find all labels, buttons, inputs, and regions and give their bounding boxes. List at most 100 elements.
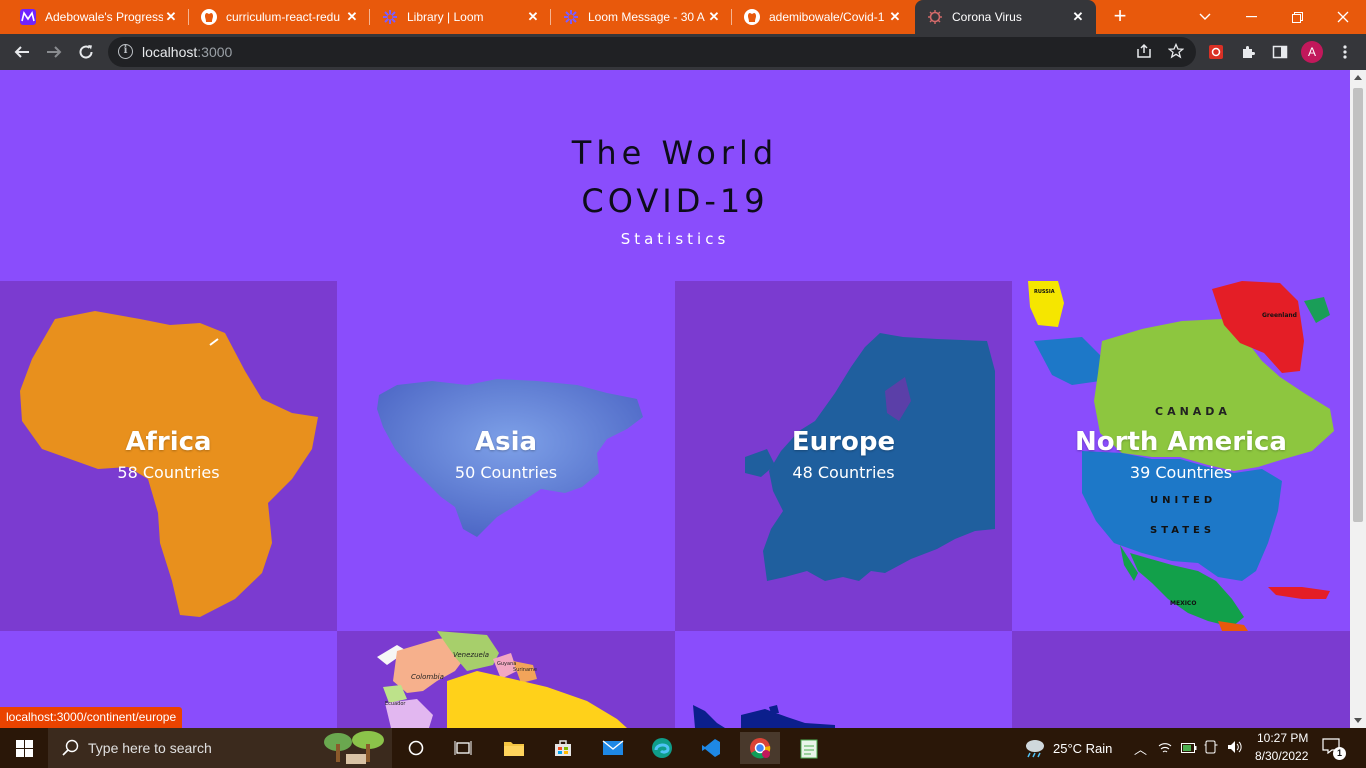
tab-strip: Adebowale's Progress ✕ curriculum-react-…: [0, 0, 1366, 34]
tab-title: ademibowale/Covid-1: [769, 10, 885, 24]
bookmark-star-icon[interactable]: [1167, 42, 1185, 64]
close-tab-icon[interactable]: ✕: [887, 9, 903, 25]
search-highlight-image: [316, 730, 390, 768]
wifi-icon[interactable]: [1158, 741, 1172, 759]
cortana-icon[interactable]: [396, 732, 436, 764]
tab-corona-virus[interactable]: Corona Virus ✕: [915, 0, 1096, 34]
continent-card-south-america[interactable]: Venezuela Colombia Ecuador Guyana Surina…: [337, 631, 675, 728]
continent-card-oceania[interactable]: [675, 631, 1012, 728]
notification-center-icon[interactable]: 1: [1322, 738, 1346, 760]
browser-toolbar: i localhost:3000 A: [0, 34, 1366, 70]
reload-button[interactable]: [72, 38, 100, 66]
south-america-map-image: Venezuela Colombia Ecuador Guyana Surina…: [377, 631, 627, 728]
search-placeholder: Type here to search: [88, 740, 212, 756]
tab-search-icon[interactable]: [1182, 0, 1228, 34]
page-viewport: The World COVID-19 Statistics Africa 58 …: [0, 70, 1350, 728]
url-text: localhost:3000: [142, 44, 232, 60]
continent-name: Europe: [791, 427, 896, 457]
side-panel-icon[interactable]: [1266, 38, 1294, 66]
site-info-icon[interactable]: i: [118, 44, 133, 59]
windows-start-icon[interactable]: [0, 728, 48, 768]
tab-curriculum[interactable]: curriculum-react-redu ✕: [189, 0, 370, 34]
chrome-icon[interactable]: [740, 732, 780, 764]
notification-count-badge: 1: [1333, 747, 1346, 760]
continent-card-africa[interactable]: Africa 58 Countries: [0, 281, 337, 631]
minimize-button[interactable]: [1228, 0, 1274, 34]
tab-title: Corona Virus: [952, 10, 1022, 24]
forward-button[interactable]: [40, 38, 68, 66]
continent-card-north-america[interactable]: CANADA UNITED STATES MEXICO Greenland RU…: [1012, 281, 1350, 631]
new-tab-button[interactable]: +: [1108, 5, 1132, 29]
edge-icon[interactable]: [642, 732, 682, 764]
microsoft-store-icon[interactable]: [543, 732, 583, 764]
close-tab-icon[interactable]: ✕: [163, 9, 179, 25]
battery-icon[interactable]: [1181, 741, 1197, 759]
tab-title: Adebowale's Progress: [45, 10, 163, 24]
extension-icon[interactable]: [1202, 38, 1230, 66]
close-window-button[interactable]: [1320, 0, 1366, 34]
back-button[interactable]: [8, 38, 36, 66]
vscode-icon[interactable]: [691, 732, 731, 764]
link-status-bubble: localhost:3000/continent/europe: [0, 707, 183, 728]
extensions-puzzle-icon[interactable]: [1234, 38, 1262, 66]
country-count: 48 Countries: [792, 463, 895, 482]
map-label-mexico: MEXICO: [1170, 600, 1196, 607]
clock-date[interactable]: 8/30/2022: [1255, 749, 1308, 763]
continent-card-asia[interactable]: Asia 50 Countries: [337, 281, 675, 631]
scroll-down-icon[interactable]: [1354, 718, 1362, 723]
profile-avatar[interactable]: A: [1301, 41, 1323, 63]
loom-icon: [563, 9, 579, 25]
tab-loom-message[interactable]: Loom Message - 30 A ✕: [551, 0, 732, 34]
mail-icon[interactable]: [593, 732, 633, 764]
notepad-icon[interactable]: [789, 732, 829, 764]
continent-card-row2-4[interactable]: [1012, 631, 1350, 728]
hero-title-line-2: COVID-19: [581, 182, 769, 220]
close-tab-icon[interactable]: ✕: [525, 9, 541, 25]
continent-name: Asia: [474, 427, 538, 457]
close-tab-icon[interactable]: ✕: [1070, 9, 1086, 25]
map-label-greenland: Greenland: [1262, 312, 1297, 319]
search-icon: [62, 739, 79, 759]
taskbar-search-box[interactable]: Type here to search: [48, 728, 392, 768]
map-label-canada: CANADA: [1155, 405, 1231, 418]
country-count: 50 Countries: [454, 463, 558, 482]
scroll-up-icon[interactable]: [1354, 75, 1362, 80]
country-count: 39 Countries: [1129, 463, 1233, 482]
github-icon: [744, 9, 760, 25]
file-explorer-icon[interactable]: [494, 732, 534, 764]
task-view-icon[interactable]: [443, 732, 483, 764]
address-bar[interactable]: i localhost:3000: [108, 37, 1196, 67]
map-label-venezuela: Venezuela: [453, 651, 489, 659]
url-host: localhost: [142, 44, 198, 60]
weather-rain-icon[interactable]: [1022, 738, 1046, 763]
volume-icon[interactable]: [1227, 740, 1243, 759]
tab-title: curriculum-react-redu: [226, 10, 341, 24]
map-label-suriname: Suriname: [513, 667, 537, 673]
tab-covid-repo[interactable]: ademibowale/Covid-1 ✕: [732, 0, 913, 34]
page-scrollbar[interactable]: [1350, 70, 1366, 728]
github-icon: [201, 9, 217, 25]
hero-subtitle: Statistics: [620, 230, 730, 248]
more-menu-icon[interactable]: [1331, 38, 1359, 66]
show-hidden-icons-chevron-icon[interactable]: ︿: [1134, 739, 1147, 758]
continent-card-europe[interactable]: Europe 48 Countries: [675, 281, 1012, 631]
windows-taskbar: Type here to search 25°C Rain ︿ 10:27 PM…: [0, 728, 1366, 768]
scrollbar-thumb[interactable]: [1353, 88, 1363, 522]
weather-text[interactable]: 25°C Rain: [1053, 741, 1112, 756]
touch-keyboard-icon[interactable]: [1204, 740, 1218, 759]
country-count: 58 Countries: [117, 463, 220, 482]
clock-time[interactable]: 10:27 PM: [1257, 731, 1308, 745]
tab-library-loom[interactable]: Library | Loom ✕: [370, 0, 551, 34]
tab-adebowales-progress[interactable]: Adebowale's Progress ✕: [8, 0, 189, 34]
restore-button[interactable]: [1274, 0, 1320, 34]
close-tab-icon[interactable]: ✕: [706, 9, 722, 25]
map-label-ecuador: Ecuador: [385, 701, 406, 707]
map-label-united: UNITED: [1150, 495, 1216, 506]
map-label-russia: RUSSIA: [1034, 289, 1055, 295]
share-icon[interactable]: [1136, 43, 1152, 64]
tab-title: Loom Message - 30 A: [588, 10, 705, 24]
map-label-colombia: Colombia: [411, 673, 444, 681]
close-tab-icon[interactable]: ✕: [344, 9, 360, 25]
loom-icon: [382, 9, 398, 25]
url-port: :3000: [197, 44, 233, 60]
